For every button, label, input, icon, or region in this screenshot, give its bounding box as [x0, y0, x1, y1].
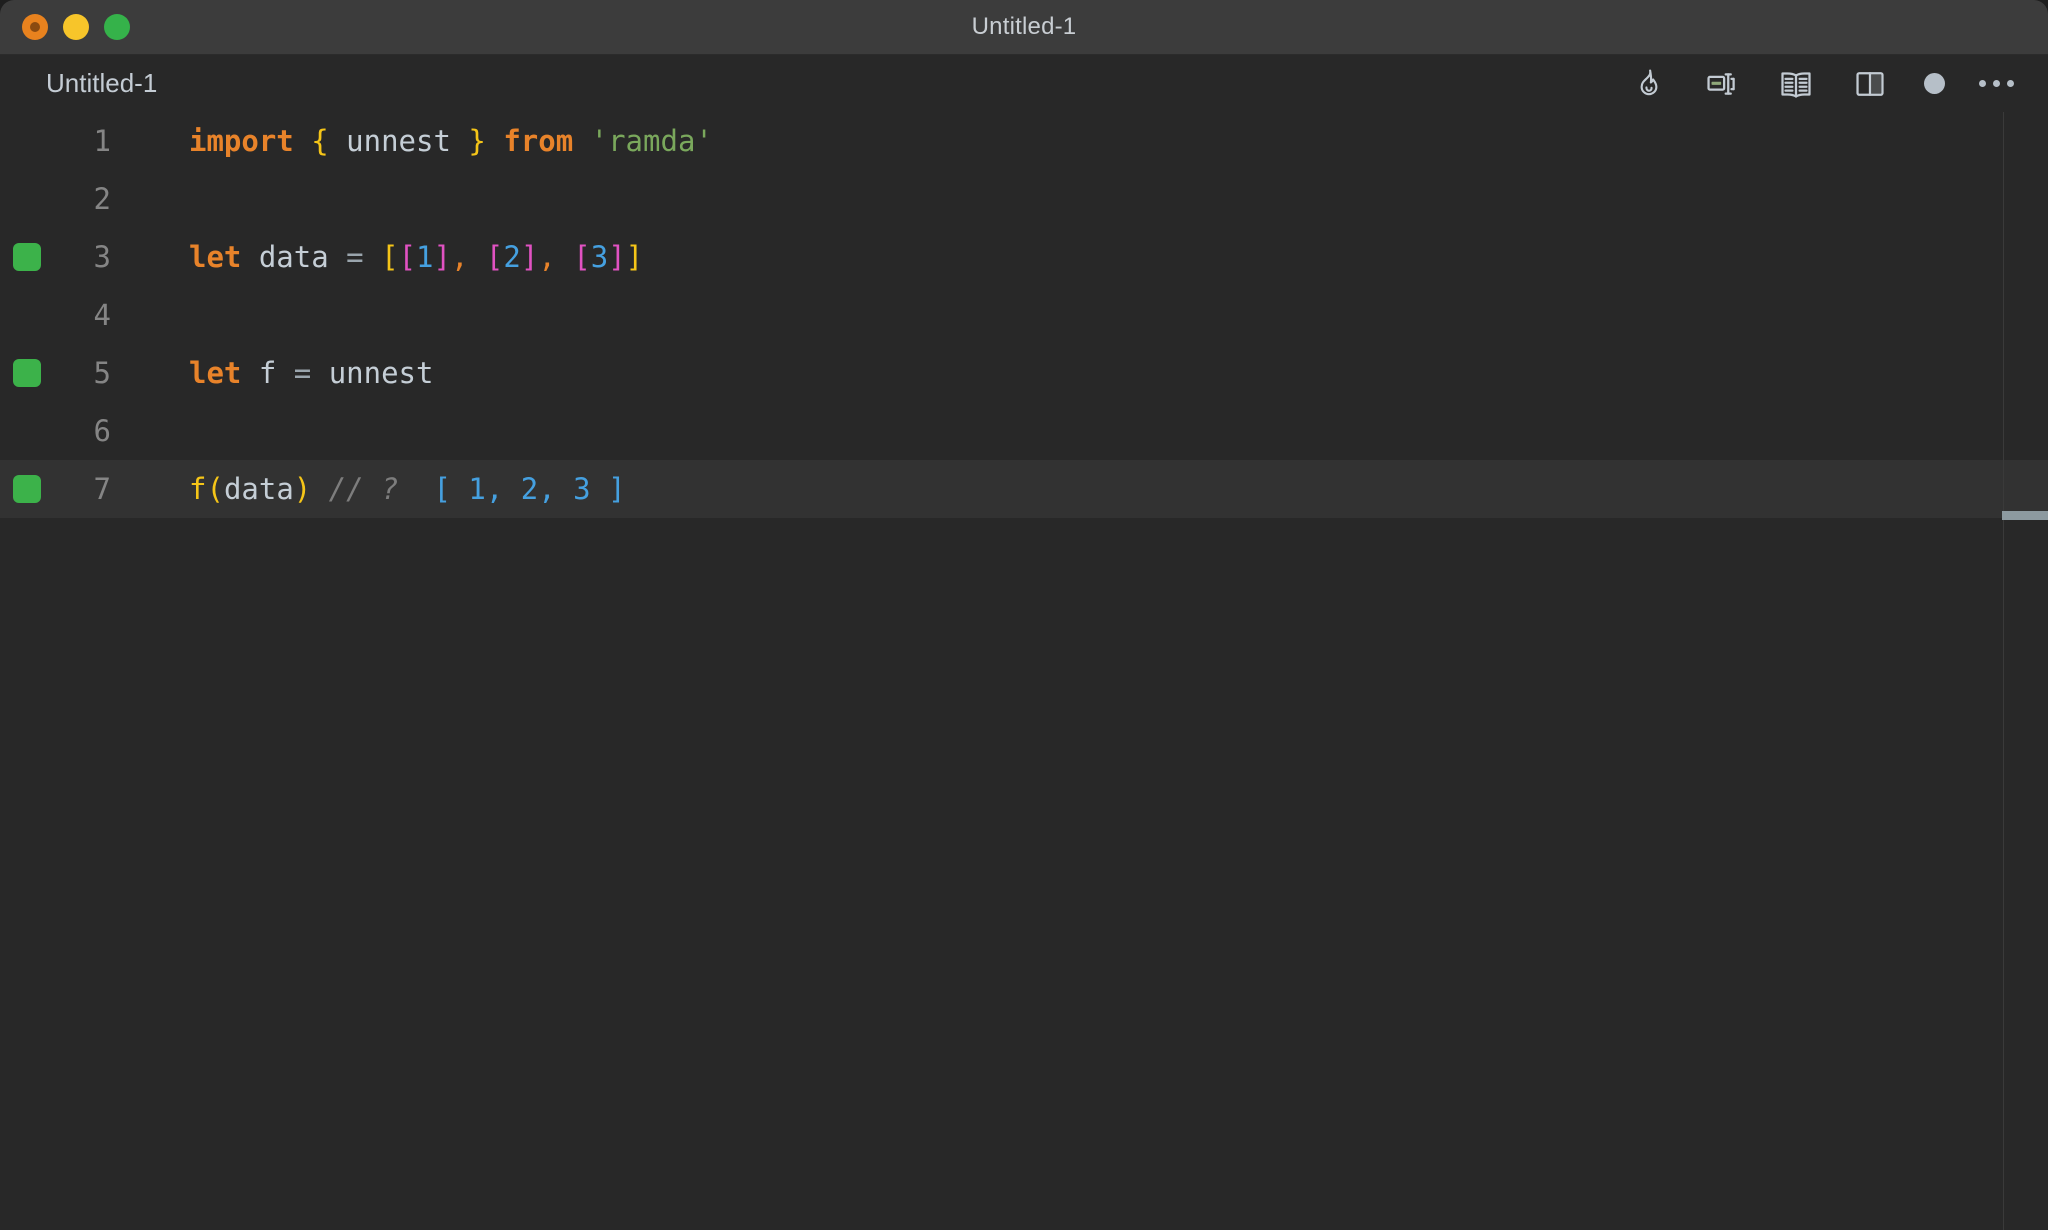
code-token: ] [520, 239, 539, 274]
window-title: Untitled-1 [971, 13, 1077, 40]
code-line[interactable]: 5 let f = unnest [0, 344, 2048, 402]
code-token: ] [433, 239, 451, 274]
code-line[interactable]: 4 [0, 286, 2048, 344]
ellipsis-dot [1993, 80, 2000, 87]
quokka-status-marker-icon [13, 359, 41, 387]
code-token: 3 [590, 239, 609, 274]
ellipsis-icon[interactable] [1979, 80, 2014, 87]
code-token: , [450, 239, 469, 274]
ellipsis-dot [1979, 80, 1986, 87]
line-number: 6 [93, 414, 111, 448]
code-token: ] [608, 239, 626, 274]
editor-right-border [2003, 112, 2004, 1230]
tab-untitled-1[interactable]: Untitled-1 [0, 55, 184, 112]
line-number: 2 [93, 182, 111, 216]
code-line[interactable]: 6 [0, 402, 2048, 460]
code-token: [ 1, 2, 3 ] [433, 471, 626, 506]
code-token: f [189, 471, 207, 506]
code-token: { [311, 123, 329, 158]
code-token: data [241, 239, 347, 274]
code-token: 1 [416, 239, 434, 274]
code-token: f [241, 355, 294, 390]
split-layout-icon[interactable] [1850, 64, 1890, 104]
tab-label: Untitled-1 [46, 68, 158, 98]
line-number: 1 [93, 124, 111, 158]
unsaved-dot-icon[interactable] [1924, 73, 1945, 94]
code-token: from [503, 123, 574, 158]
quokka-status-marker-icon [13, 243, 41, 271]
code-token: [ [573, 239, 591, 274]
code-token: // ? [328, 471, 399, 506]
ellipsis-dot [2007, 80, 2014, 87]
code-text: import { unnest } from 'ramda' [128, 123, 2048, 158]
code-token: data [223, 471, 294, 506]
code-token: let [189, 355, 242, 390]
code-token: [ [398, 239, 417, 274]
code-token: let [189, 239, 242, 274]
code-token: , [538, 239, 556, 274]
editor-window: Untitled-1 Untitled-1 1 import {unnest … [0, 0, 2048, 1230]
code-line[interactable]: 1 import { unnest } from 'ramda' [0, 112, 2048, 170]
code-token: [ [485, 239, 504, 274]
code-editor[interactable]: 1 import { unnest } from 'ramda' 2 3 let dat… [0, 112, 2048, 1230]
code-line[interactable]: 2 [0, 170, 2048, 228]
code-token: = [293, 355, 312, 390]
code-token: 'ramda' [590, 123, 713, 158]
title-bar: Untitled-1 [0, 0, 2048, 55]
code-token: ) [293, 471, 312, 506]
flame-icon[interactable] [1628, 64, 1668, 104]
editor-toolbar [1628, 64, 2020, 104]
quokka-status-marker-icon [13, 475, 41, 503]
maximize-window-button[interactable] [104, 14, 130, 40]
code-token: unnest [311, 355, 434, 390]
code-token: [ [381, 239, 399, 274]
line-number: 4 [93, 298, 111, 332]
code-text: let f = unnest [128, 355, 2048, 390]
minimize-window-button[interactable] [63, 14, 89, 40]
code-token: ( [206, 471, 224, 506]
close-window-button[interactable] [22, 14, 48, 40]
tab-bar: Untitled-1 [0, 55, 2048, 112]
scrollbar-thumb[interactable] [2002, 511, 2048, 520]
code-token: = [346, 239, 364, 274]
code-token: 2 [503, 239, 521, 274]
code-token: } [468, 123, 486, 158]
open-preview-icon[interactable] [1776, 64, 1816, 104]
code-token: unnest [328, 123, 469, 158]
code-line[interactable]: 3 let data = [[1], [2], [3]] [0, 228, 2048, 286]
code-token: ] [625, 239, 644, 274]
split-editor-icon[interactable] [1702, 64, 1742, 104]
code-line[interactable]: 7 f(data) // ? [ 1, 2, 3 ] [0, 460, 2048, 518]
code-text: let data = [[1], [2], [3]] [128, 239, 2048, 274]
code-text: f(data) // ? [ 1, 2, 3 ] [128, 471, 2048, 506]
traffic-lights [0, 14, 130, 40]
code-lines: 1 import { unnest } from 'ramda' 2 3 let dat… [0, 112, 2048, 518]
code-token: import [189, 123, 294, 158]
